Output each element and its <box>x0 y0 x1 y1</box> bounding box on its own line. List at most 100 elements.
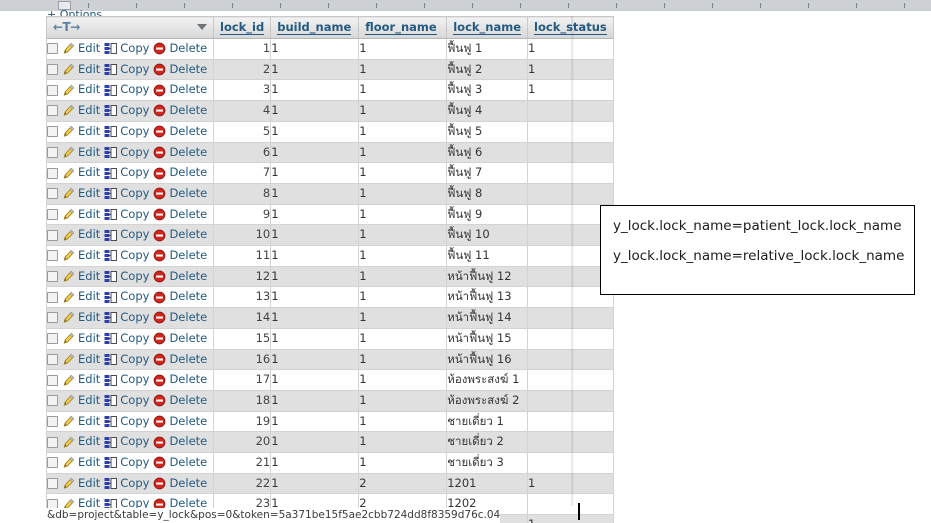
delete-row-button[interactable]: Delete <box>153 329 207 349</box>
row-select-checkbox[interactable] <box>47 353 58 365</box>
delete-row-button[interactable]: Delete <box>153 412 207 432</box>
delete-row-button[interactable]: Delete <box>153 101 207 121</box>
table-row[interactable]: Edit Copy Delete 15 1 1 หน้าฟื้นฟู 15 <box>46 327 614 350</box>
copy-row-button[interactable]: Copy <box>104 163 149 183</box>
copy-row-button[interactable]: Copy <box>104 391 149 411</box>
table-row[interactable]: Edit Copy Delete 18 1 1 ห้องพระสงฆ์ 2 <box>46 389 614 412</box>
table-row[interactable]: Edit Copy Delete 22 1 2 1201 1 <box>46 472 614 495</box>
column-header-lock-name[interactable]: lock_name <box>446 16 529 39</box>
delete-row-button[interactable]: Delete <box>153 80 207 100</box>
table-row[interactable]: Edit Copy Delete 5 1 1 ฟื้นฟู 5 <box>46 120 614 143</box>
row-select-checkbox[interactable] <box>47 167 58 179</box>
edit-row-button[interactable]: Edit <box>62 474 100 494</box>
table-row[interactable]: Edit Copy Delete 20 1 1 ชายเดี่ยว 2 <box>46 431 614 454</box>
delete-row-button[interactable]: Delete <box>153 39 207 59</box>
table-row[interactable]: Edit Copy Delete 21 1 1 ชายเดี่ยว 3 <box>46 452 614 474</box>
edit-row-button[interactable]: Edit <box>62 453 100 473</box>
row-select-checkbox[interactable] <box>47 43 58 55</box>
delete-row-button[interactable]: Delete <box>153 205 207 225</box>
delete-row-button[interactable]: Delete <box>153 225 207 245</box>
delete-row-button[interactable]: Delete <box>153 60 207 80</box>
table-row[interactable]: Edit Copy Delete 4 1 1 ฟื้นฟู 4 <box>46 100 614 122</box>
edit-row-button[interactable]: Edit <box>62 370 100 390</box>
delete-row-button[interactable]: Delete <box>153 267 207 287</box>
row-select-checkbox[interactable] <box>47 188 58 200</box>
row-select-checkbox[interactable] <box>47 64 58 76</box>
column-header-lock-id[interactable]: lock_id <box>212 16 272 39</box>
copy-row-button[interactable]: Copy <box>104 412 149 432</box>
delete-row-button[interactable]: Delete <box>153 474 207 494</box>
edit-row-button[interactable]: Edit <box>62 308 100 328</box>
edit-row-button[interactable]: Edit <box>62 412 100 432</box>
edit-row-button[interactable]: Edit <box>62 184 100 204</box>
delete-row-button[interactable]: Delete <box>153 184 207 204</box>
table-row[interactable]: Edit Copy Delete 8 1 1 ฟื้นฟู 8 <box>46 182 614 205</box>
copy-row-button[interactable]: Copy <box>104 122 149 142</box>
delete-row-button[interactable]: Delete <box>153 246 207 266</box>
row-select-checkbox[interactable] <box>47 374 58 386</box>
table-row[interactable]: Edit Copy Delete 19 1 1 ชายเดี่ยว 1 <box>46 410 614 433</box>
column-header-floor-name[interactable]: floor_name <box>358 16 448 39</box>
row-select-checkbox[interactable] <box>47 457 58 469</box>
copy-row-button[interactable]: Copy <box>104 60 149 80</box>
delete-row-button[interactable]: Delete <box>153 350 207 370</box>
delete-row-button[interactable]: Delete <box>153 391 207 411</box>
table-row[interactable]: Edit Copy Delete 13 1 1 หน้าฟื้นฟู 13 <box>46 286 614 309</box>
copy-row-button[interactable]: Copy <box>104 432 149 452</box>
copy-row-button[interactable]: Copy <box>104 184 149 204</box>
row-select-checkbox[interactable] <box>47 478 58 490</box>
copy-row-button[interactable]: Copy <box>104 350 149 370</box>
copy-row-button[interactable]: Copy <box>104 205 149 225</box>
edit-row-button[interactable]: Edit <box>62 60 100 80</box>
edit-row-button[interactable]: Edit <box>62 143 100 163</box>
edit-row-button[interactable]: Edit <box>62 350 100 370</box>
row-select-checkbox[interactable] <box>47 312 58 324</box>
row-select-checkbox[interactable] <box>47 271 58 283</box>
table-row[interactable]: Edit Copy Delete 9 1 1 ฟื้นฟู 9 <box>46 203 614 226</box>
edit-row-button[interactable]: Edit <box>62 205 100 225</box>
delete-row-button[interactable]: Delete <box>153 143 207 163</box>
delete-row-button[interactable]: Delete <box>153 287 207 307</box>
row-select-checkbox[interactable] <box>47 395 58 407</box>
copy-row-button[interactable]: Copy <box>104 39 149 59</box>
table-row[interactable]: Edit Copy Delete 12 1 1 หน้าฟื้นฟู 12 <box>46 265 614 288</box>
column-header-lock-status[interactable]: lock_status <box>527 16 614 39</box>
copy-row-button[interactable]: Copy <box>104 453 149 473</box>
copy-row-button[interactable]: Copy <box>104 308 149 328</box>
copy-row-button[interactable]: Copy <box>104 101 149 121</box>
table-row[interactable]: Edit Copy Delete 7 1 1 ฟื้นฟู 7 <box>46 162 614 184</box>
row-select-checkbox[interactable] <box>47 229 58 241</box>
row-select-checkbox[interactable] <box>47 146 58 158</box>
edit-row-button[interactable]: Edit <box>62 101 100 121</box>
chevron-down-icon[interactable] <box>197 24 207 30</box>
row-select-checkbox[interactable] <box>47 436 58 448</box>
edit-row-button[interactable]: Edit <box>62 329 100 349</box>
copy-row-button[interactable]: Copy <box>104 246 149 266</box>
row-select-checkbox[interactable] <box>47 84 58 96</box>
row-select-checkbox[interactable] <box>47 416 58 427</box>
row-select-checkbox[interactable] <box>47 126 58 138</box>
edit-row-button[interactable]: Edit <box>62 122 100 142</box>
delete-row-button[interactable]: Delete <box>153 370 207 390</box>
table-row[interactable]: Edit Copy Delete 11 1 1 ฟื้นฟู 11 <box>46 245 614 267</box>
table-row[interactable]: Edit Copy Delete 14 1 1 หน้าฟื้นฟู 14 <box>46 307 614 329</box>
copy-row-button[interactable]: Copy <box>104 80 149 100</box>
edit-row-button[interactable]: Edit <box>62 246 100 266</box>
copy-row-button[interactable]: Copy <box>104 143 149 163</box>
table-row[interactable]: Edit Copy Delete 17 1 1 ห้องพระสงฆ์ 1 <box>46 369 614 391</box>
row-select-checkbox[interactable] <box>47 291 58 303</box>
table-row[interactable]: Edit Copy Delete 3 1 1 ฟื้นฟู 31 <box>46 79 614 102</box>
edit-row-button[interactable]: Edit <box>62 80 100 100</box>
row-select-checkbox[interactable] <box>47 105 58 117</box>
edit-row-button[interactable]: Edit <box>62 39 100 59</box>
table-row[interactable]: Edit Copy Delete 2 1 1 ฟื้นฟู 21 <box>46 58 614 81</box>
delete-row-button[interactable]: Delete <box>153 308 207 328</box>
table-row[interactable]: Edit Copy Delete 1 1 1 ฟื้นฟู 11 <box>46 38 614 60</box>
top-ruler-strip[interactable] <box>0 0 931 11</box>
delete-row-button[interactable]: Delete <box>153 122 207 142</box>
delete-row-button[interactable]: Delete <box>153 432 207 452</box>
row-select-checkbox[interactable] <box>47 208 58 220</box>
column-header-build-name[interactable]: build_name <box>270 16 360 39</box>
edit-row-button[interactable]: Edit <box>62 267 100 287</box>
table-row[interactable]: Edit Copy Delete 10 1 1 ฟื้นฟู 10 <box>46 224 614 247</box>
